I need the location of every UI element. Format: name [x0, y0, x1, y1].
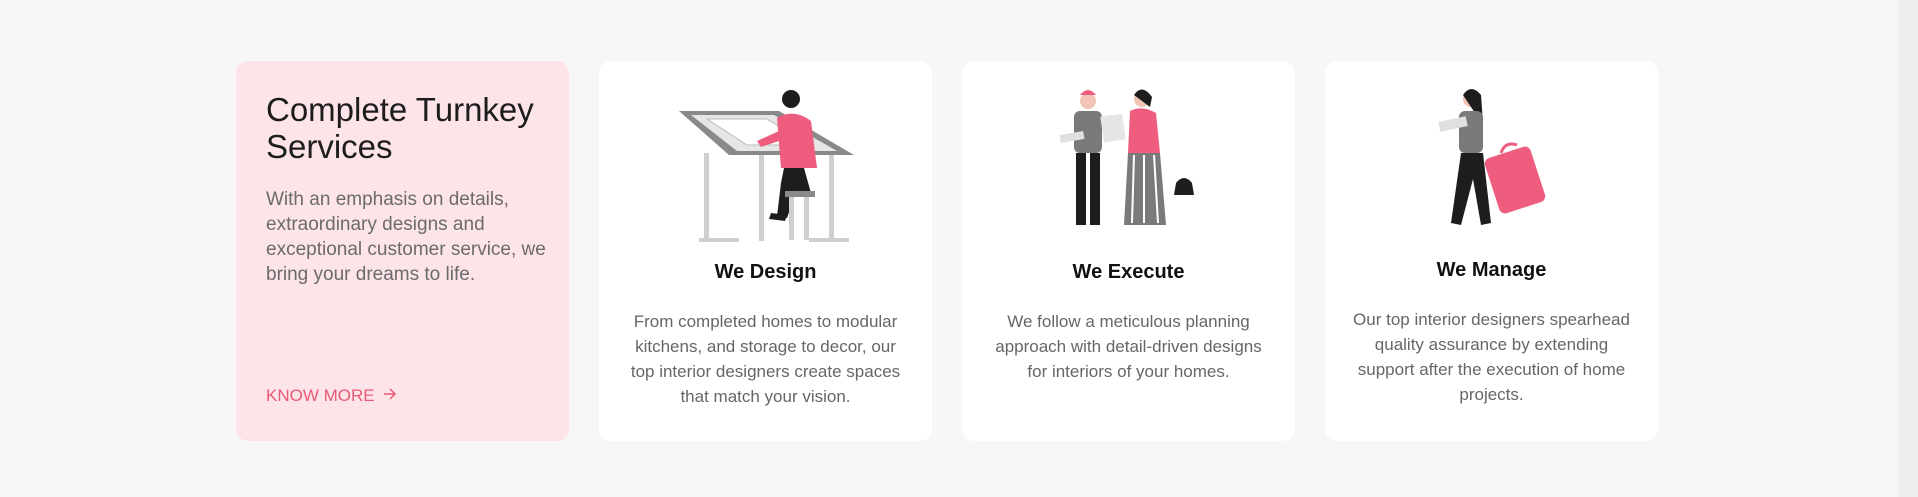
service-title-design: We Design	[714, 261, 817, 283]
two-people-reviewing-plans-illustration	[1059, 89, 1194, 225]
service-title-execute: We Execute	[1072, 261, 1185, 283]
service-card-design: We Design From completed homes to modula…	[599, 61, 932, 441]
service-description-manage: Our top interior designers spearhead qua…	[1353, 310, 1630, 404]
designer-at-drafting-table-illustration	[679, 90, 854, 242]
service-description-design: From completed homes to modular kitchens…	[630, 312, 901, 406]
service-card-execute: We Execute We follow a meticulous planni…	[962, 61, 1295, 441]
arrow-right-icon	[383, 387, 397, 405]
intro-title: Complete Turnkey Services	[266, 91, 534, 165]
woman-carrying-suitcase-illustration	[1438, 89, 1546, 225]
intro-card: Complete Turnkey Services With an emphas…	[236, 61, 569, 441]
know-more-label: KNOW MORE	[266, 386, 375, 405]
intro-description: With an emphasis on details, extraordina…	[266, 189, 546, 285]
service-description-execute: We follow a meticulous planning approach…	[995, 312, 1262, 381]
service-card-manage: We Manage Our top interior designers spe…	[1325, 61, 1658, 441]
services-row: Complete Turnkey Services With an emphas…	[236, 61, 1658, 441]
know-more-link[interactable]: KNOW MORE	[266, 386, 397, 406]
service-title-manage: We Manage	[1436, 259, 1547, 281]
page-scrollbar[interactable]	[1898, 0, 1918, 497]
